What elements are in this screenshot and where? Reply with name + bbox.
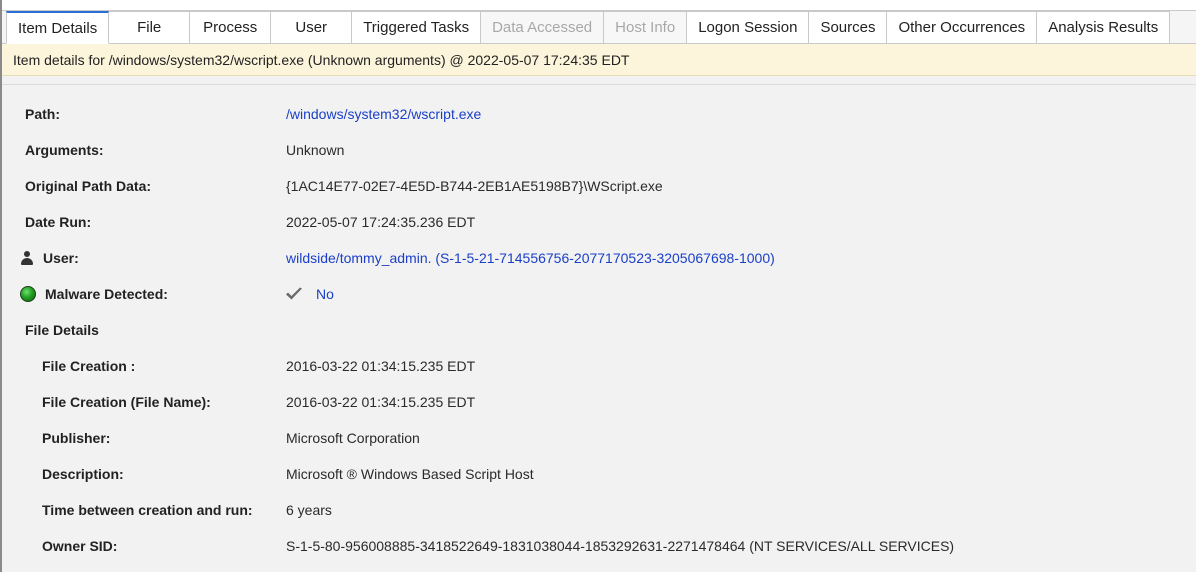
divider: [2, 76, 1196, 85]
detail-row-user: User: wildside/tommy_admin. (S-1-5-21-71…: [2, 240, 1196, 276]
description-value: Microsoft ® Windows Based Script Host: [286, 466, 534, 482]
date-run-label: Date Run:: [25, 214, 92, 230]
user-icon: [20, 251, 34, 265]
description-label: Description:: [42, 466, 124, 482]
checkmark-icon: [286, 287, 302, 300]
file-creation-value: 2016-03-22 01:34:15.235 EDT: [286, 358, 476, 374]
arguments-value: Unknown: [286, 142, 345, 158]
tab-file[interactable]: File: [109, 11, 191, 43]
tab-logon-session[interactable]: Logon Session: [687, 11, 810, 43]
malware-label-text: Malware Detected:: [45, 286, 168, 302]
tab-user[interactable]: User: [271, 11, 353, 43]
malware-status-icon: [20, 286, 36, 302]
tab-bar: Item Details File Process User Triggered…: [2, 11, 1196, 44]
user-label: User:: [2, 250, 286, 266]
publisher-label: Publisher:: [42, 430, 111, 446]
tab-other-occurrences[interactable]: Other Occurrences: [887, 11, 1038, 43]
publisher-value: Microsoft Corporation: [286, 430, 420, 446]
top-strip: [2, 0, 1196, 11]
date-run-value: 2022-05-07 17:24:35.236 EDT: [286, 214, 476, 230]
tab-data-accessed: Data Accessed: [481, 11, 605, 43]
file-details-heading: File Details: [25, 322, 99, 338]
detail-row-publisher: Publisher: Microsoft Corporation: [2, 420, 1196, 456]
banner-text: Item details for /windows/system32/wscri…: [13, 51, 630, 68]
details-list: Path: /windows/system32/wscript.exe Argu…: [2, 96, 1196, 564]
owner-sid-label: Owner SID:: [42, 538, 118, 554]
detail-row-file-creation: File Creation : 2016-03-22 01:34:15.235 …: [2, 348, 1196, 384]
detail-row-time-between: Time between creation and run: 6 years: [2, 492, 1196, 528]
original-path-data-label: Original Path Data:: [25, 178, 152, 194]
owner-sid-value: S-1-5-80-956008885-3418522649-1831038044…: [286, 538, 955, 554]
path-link[interactable]: /windows/system32/wscript.exe: [286, 106, 481, 122]
file-creation-label: File Creation :: [42, 358, 136, 374]
time-between-label: Time between creation and run:: [42, 502, 253, 518]
malware-value: No: [286, 286, 334, 302]
tab-process[interactable]: Process: [190, 11, 272, 43]
detail-row-description: Description: Microsoft ® Windows Based S…: [2, 456, 1196, 492]
file-creation-name-label: File Creation (File Name):: [42, 394, 211, 410]
original-path-data-value: {1AC14E77-02E7-4E5D-B744-2EB1AE5198B7}\W…: [286, 178, 663, 194]
file-creation-name-value: 2016-03-22 01:34:15.235 EDT: [286, 394, 476, 410]
tab-item-details[interactable]: Item Details: [6, 11, 110, 44]
item-details-banner: Item details for /windows/system32/wscri…: [2, 44, 1196, 76]
detail-row-file-creation-name: File Creation (File Name): 2016-03-22 01…: [2, 384, 1196, 420]
tab-sources[interactable]: Sources: [809, 11, 888, 43]
arguments-label: Arguments:: [25, 142, 104, 158]
detail-row-file-details-header: File Details: [2, 312, 1196, 348]
detail-row-arguments: Arguments: Unknown: [2, 132, 1196, 168]
tab-host-info: Host Info: [604, 11, 688, 43]
malware-no-link[interactable]: No: [316, 286, 334, 302]
time-between-value: 6 years: [286, 502, 332, 518]
detail-row-malware: Malware Detected: No: [2, 276, 1196, 312]
user-label-text: User:: [43, 250, 79, 266]
detail-row-date-run: Date Run: 2022-05-07 17:24:35.236 EDT: [2, 204, 1196, 240]
item-details-window: Item Details File Process User Triggered…: [0, 0, 1196, 572]
detail-row-owner-sid: Owner SID: S-1-5-80-956008885-3418522649…: [2, 528, 1196, 564]
detail-row-path: Path: /windows/system32/wscript.exe: [2, 96, 1196, 132]
malware-label: Malware Detected:: [2, 286, 286, 302]
path-label: Path:: [25, 106, 60, 122]
user-link[interactable]: wildside/tommy_admin. (S-1-5-21-71455675…: [286, 250, 775, 266]
tab-analysis-results[interactable]: Analysis Results: [1037, 11, 1171, 43]
tab-triggered-tasks[interactable]: Triggered Tasks: [352, 11, 482, 43]
detail-row-original-path-data: Original Path Data: {1AC14E77-02E7-4E5D-…: [2, 168, 1196, 204]
